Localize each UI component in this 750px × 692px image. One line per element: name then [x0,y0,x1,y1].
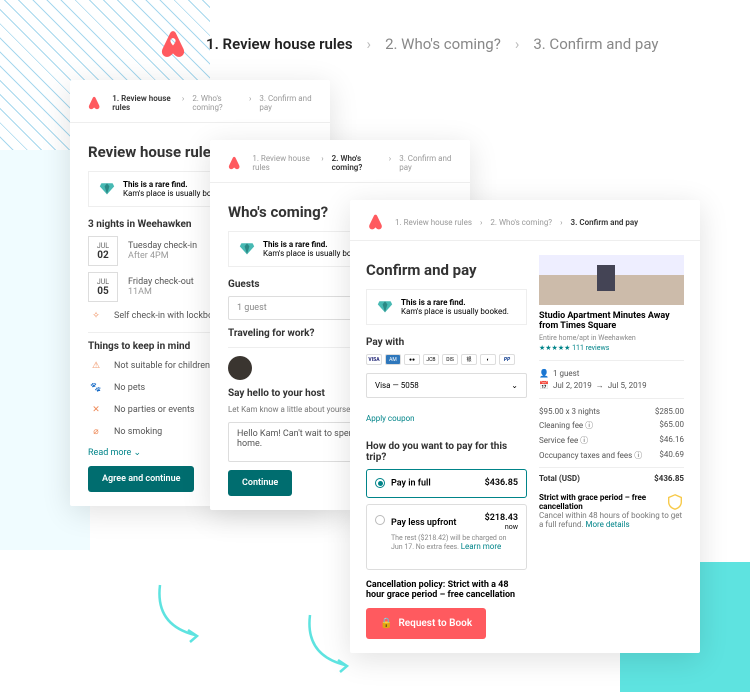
pay-less-option[interactable]: Pay less upfront$218.43now The rest ($21… [366,504,527,570]
no-pets-icon: 🐾 [88,380,104,396]
chevron-right-icon: › [367,35,372,53]
page-title: Confirm and pay [366,261,527,279]
chevron-down-icon: ⌄ [134,448,142,458]
card-select[interactable]: Visa — 5058⌄ [366,373,527,398]
no-smoking-icon: ⌀ [88,424,104,440]
no-parties-icon: ✕ [88,402,104,418]
airbnb-logo-icon [160,30,186,58]
more-details-link[interactable]: More details [586,520,630,529]
airbnb-logo-icon [88,95,100,111]
jcb-icon: JCB [423,354,439,365]
radio-on-icon [375,478,385,488]
rare-find-banner: This is a rare find.Kam's place is usual… [366,289,527,325]
discover-icon: DIS [442,354,458,365]
key-icon: ✧ [88,308,104,324]
mastercard-icon: ●● [404,354,420,365]
airbnb-logo-icon [368,214,383,230]
pay-full-option[interactable]: Pay in full$436.85 [366,469,527,498]
step-3[interactable]: 3. Confirm and pay [533,35,658,53]
calendar-icon: 📅 [539,381,549,390]
shield-icon [666,493,684,511]
gem-icon [99,180,115,196]
agree-continue-button[interactable]: Agree and continue [88,466,194,492]
learn-more-link[interactable]: Learn more [461,542,501,551]
step-1[interactable]: 1. Review house rules [206,35,353,53]
top-nav: 1. Review house rules › 2. Who's coming? ›… [160,30,659,58]
visa-icon: VISA [366,354,382,365]
unionpay-icon: 银 [461,354,477,365]
chevron-right-icon: › [515,35,520,53]
airbnb-logo-icon [228,155,240,171]
paypal-icon: PP [499,354,515,365]
continue-button[interactable]: Continue [228,470,292,496]
radio-off-icon [375,515,385,525]
no-children-icon: ⚠ [88,358,104,374]
gem-icon [239,240,255,256]
breadcrumb: 1. Review house rules › 2. Who's coming? ›… [206,35,659,53]
diners-icon: ◐ [480,354,496,365]
step-2[interactable]: 2. Who's coming? [385,35,501,53]
chevron-down-icon: ⌄ [511,381,518,390]
listing-thumbnail [539,255,684,305]
gem-icon [377,298,393,314]
amex-icon: AM [385,354,401,365]
host-avatar [228,356,252,380]
flow-arrow-icon [150,580,210,650]
payment-method-icons: VISAAM●●JCBDIS银◐PP [366,354,527,365]
apply-coupon-link[interactable]: Apply coupon [366,414,415,423]
request-book-button[interactable]: 🔒Request to Book [366,608,486,639]
guest-icon: 👤 [539,369,549,378]
confirm-pay-card: 1. Review house rules›2. Who's coming?›3… [350,200,700,653]
lock-icon: 🔒 [380,618,392,629]
flow-arrow-icon [300,610,360,680]
